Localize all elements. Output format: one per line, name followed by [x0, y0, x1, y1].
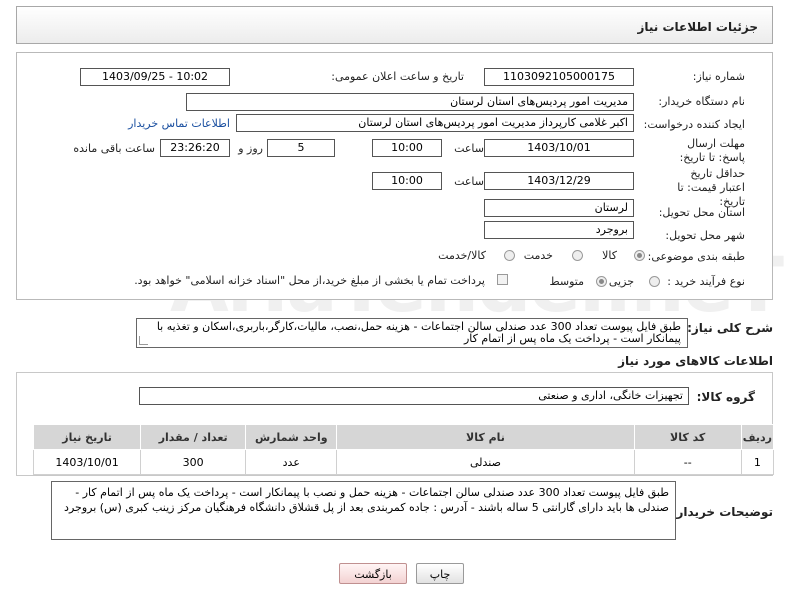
col-name: نام کالا: [336, 424, 635, 450]
buyer-org-field: مدیریت امور پردیس‌های استان لرستان: [186, 93, 634, 111]
category-radio-goods[interactable]: [634, 250, 645, 261]
time-remaining-field: 23:26:20: [160, 139, 230, 157]
process-option-minor: جزیی: [608, 275, 634, 288]
summary-text: طبق فایل پیوست تعداد 300 عدد صندلی سالن …: [156, 320, 681, 345]
cell-quantity: 300: [140, 449, 247, 475]
resize-handle-icon[interactable]: [139, 336, 148, 345]
col-code: کد کالا: [633, 424, 742, 450]
buyer-notes-label: توضیحات خریدار:: [671, 505, 773, 519]
col-unit: واحد شمارش: [245, 424, 338, 450]
page-header: جزئیات اطلاعات نیاز: [16, 6, 773, 44]
creator-label: ایجاد کننده درخواست:: [643, 118, 745, 131]
cell-row: 1: [740, 449, 775, 475]
page-title: جزئیات اطلاعات نیاز: [637, 20, 758, 34]
category-option-service: خدمت: [523, 249, 553, 262]
table-row: 1 -- صندلی عدد 300 1403/10/01: [32, 449, 775, 475]
creator-field: اکبر غلامی کارپرداز مدیریت امور پردیس‌ها…: [236, 114, 634, 132]
province-field: لرستان: [484, 199, 634, 217]
deadline-time-field: 10:00: [372, 139, 442, 157]
cell-name: صندلی: [336, 449, 635, 475]
process-option-medium: متوسط: [549, 275, 584, 288]
city-label: شهر محل تحویل:: [665, 229, 745, 242]
category-label: طبقه بندی موضوعی:: [647, 250, 745, 263]
validity-time-label: ساعت: [454, 175, 484, 188]
col-row: ردیف: [740, 424, 775, 450]
buyer-notes-textarea[interactable]: طبق فایل پیوست تعداد 300 عدد صندلی سالن …: [51, 481, 676, 540]
process-radio-minor[interactable]: [649, 276, 660, 287]
treasury-payment-note: پرداخت تمام یا بخشی از مبلغ خرید،از محل …: [134, 274, 485, 287]
treasury-payment-checkbox[interactable]: [497, 274, 508, 285]
process-radio-medium[interactable]: [596, 276, 607, 287]
col-need-date: تاریخ نیاز: [32, 424, 142, 450]
buyer-org-label: نام دستگاه خریدار:: [658, 95, 745, 108]
buyer-notes-text: طبق فایل پیوست تعداد 300 عدد صندلی سالن …: [64, 486, 669, 514]
cell-code: --: [633, 449, 742, 475]
col-quantity: تعداد / مقدار: [140, 424, 247, 450]
back-button[interactable]: بازگشت: [339, 563, 407, 584]
category-option-goods-service: کالا/خدمت: [438, 249, 486, 262]
announce-datetime-field: 1403/09/25 - 10:02: [80, 68, 230, 86]
deadline-time-label: ساعت: [454, 142, 484, 155]
buyer-contact-link[interactable]: اطلاعات تماس خریدار: [128, 117, 230, 130]
goods-group-field: تجهیزات خانگی، اداری و صنعتی: [139, 387, 689, 405]
days-remaining-field: 5: [267, 139, 335, 157]
process-type-label: نوع فرآیند خرید :: [667, 275, 745, 288]
summary-label: شرح کلی نیاز:: [687, 321, 773, 335]
goods-table-header: ردیف کد کالا نام کالا واحد شمارش تعداد /…: [32, 424, 775, 450]
province-label: استان محل تحویل:: [658, 206, 745, 219]
summary-textarea[interactable]: طبق فایل پیوست تعداد 300 عدد صندلی سالن …: [136, 318, 688, 348]
price-validity-label: حداقل تاریخ اعتبار قیمت: تا تاریخ:: [677, 167, 745, 208]
category-radio-service[interactable]: [572, 250, 583, 261]
city-field: بروجرد: [484, 221, 634, 239]
cell-need-date: 1403/10/01: [32, 449, 142, 475]
category-radio-goods-service[interactable]: [504, 250, 515, 261]
category-option-goods: کالا: [602, 249, 617, 262]
deadline-date-field: 1403/10/01: [484, 139, 634, 157]
need-number-label: شماره نیاز:: [692, 70, 745, 83]
validity-time-field: 10:00: [372, 172, 442, 190]
goods-group-label: گروه کالا:: [696, 390, 755, 404]
goods-section-title: اطلاعات کالاهای مورد نیاز: [618, 354, 773, 368]
time-remaining-label: ساعت باقی مانده: [73, 142, 155, 155]
print-button[interactable]: چاپ: [416, 563, 464, 584]
need-number-field: 1103092105000175: [484, 68, 634, 86]
cell-unit: عدد: [245, 449, 338, 475]
announce-label: تاریخ و ساعت اعلان عمومی:: [331, 70, 464, 83]
days-label: روز و: [238, 142, 263, 155]
deadline-label: مهلت ارسال پاسخ: تا تاریخ:: [679, 137, 745, 164]
validity-date-field: 1403/12/29: [484, 172, 634, 190]
goods-table: ردیف کد کالا نام کالا واحد شمارش تعداد /…: [32, 424, 775, 475]
